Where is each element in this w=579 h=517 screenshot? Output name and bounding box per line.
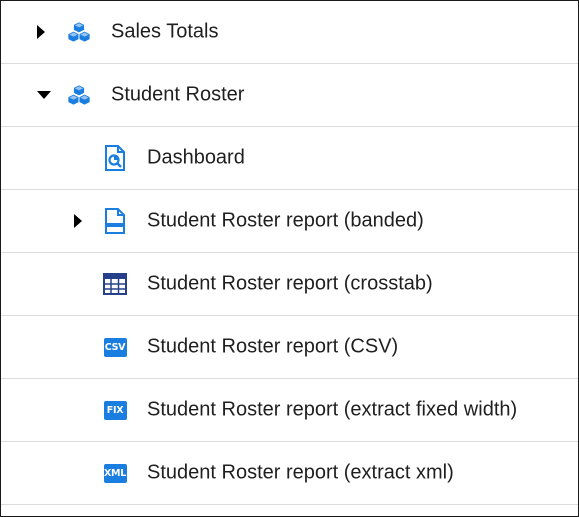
xml-icon: XML bbox=[103, 461, 127, 485]
fix-icon: FIX bbox=[103, 398, 127, 422]
tree-item-sales-totals[interactable]: Sales Totals bbox=[1, 1, 578, 64]
banded-report-icon bbox=[103, 208, 127, 234]
report-tree: Sales Totals Student Roster Dashboard St… bbox=[0, 0, 579, 517]
tree-item-report-extract-xml[interactable]: XML Student Roster report (extract xml) bbox=[1, 442, 578, 505]
xml-badge: XML bbox=[103, 463, 127, 483]
tree-item-label: Dashboard bbox=[147, 146, 245, 169]
tree-item-label: Student Roster report (extract fixed wid… bbox=[147, 398, 518, 421]
csv-icon: CSV bbox=[103, 335, 127, 359]
dashboard-document-icon bbox=[103, 145, 127, 171]
datasource-cube-icon bbox=[67, 83, 91, 107]
tree-item-report-crosstab[interactable]: Student Roster report (crosstab) bbox=[1, 253, 578, 316]
tree-item-report-banded[interactable]: Student Roster report (banded) bbox=[1, 190, 578, 253]
csv-badge: CSV bbox=[103, 337, 127, 357]
tree-item-dashboard[interactable]: Dashboard bbox=[1, 127, 578, 190]
tree-item-label: Student Roster report (CSV) bbox=[147, 335, 399, 358]
tree-item-label: Student Roster report (crosstab) bbox=[147, 272, 433, 295]
expand-arrow-icon[interactable] bbox=[37, 25, 45, 39]
tree-item-label: Student Roster bbox=[111, 83, 245, 106]
tree-item-report-csv[interactable]: CSV Student Roster report (CSV) bbox=[1, 316, 578, 379]
tree-item-label: Student Roster report (banded) bbox=[147, 209, 424, 232]
tree-item-label: Student Roster report (extract xml) bbox=[147, 461, 454, 484]
tree-item-student-roster[interactable]: Student Roster bbox=[1, 64, 578, 127]
crosstab-grid-icon bbox=[103, 272, 127, 296]
expand-arrow-icon[interactable] bbox=[74, 214, 82, 228]
datasource-cube-icon bbox=[67, 20, 91, 44]
tree-item-report-extract-fixed-width[interactable]: FIX Student Roster report (extract fixed… bbox=[1, 379, 578, 442]
fix-badge: FIX bbox=[103, 400, 127, 420]
tree-item-label: Sales Totals bbox=[111, 20, 219, 43]
collapse-arrow-icon[interactable] bbox=[37, 91, 51, 99]
